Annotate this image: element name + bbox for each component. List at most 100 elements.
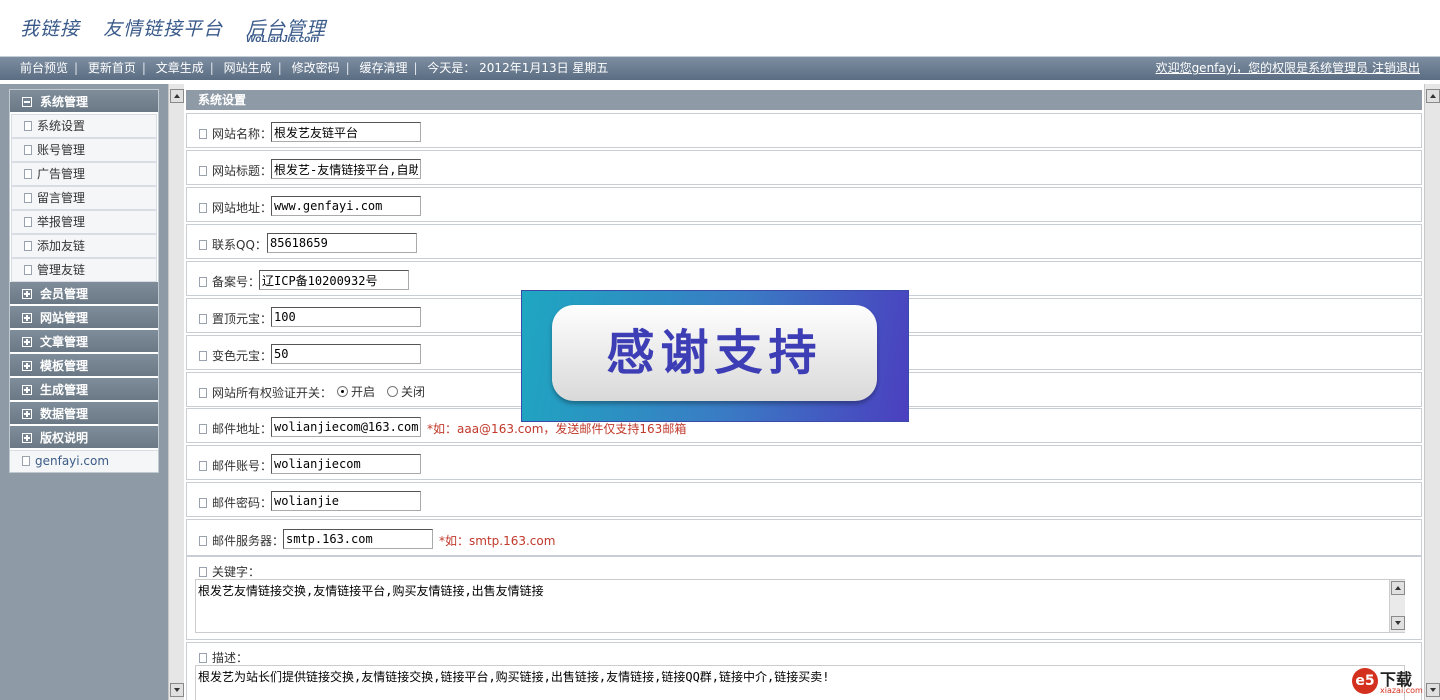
document-icon — [22, 456, 30, 466]
row-description: 描述： 根发艺为站长们提供链接交换,友情链接交换,链接平台,购买链接,出售链接,… — [186, 642, 1422, 700]
plus-icon — [22, 361, 32, 371]
sidebar-menu: 系统管理 系统设置 账号管理 广告管理 留言管理 举报管理 添加友链 管理友链 … — [9, 89, 159, 473]
welcome-logout-link[interactable]: 欢迎您genfayi，您的权限是系统管理员 注销退出 — [1156, 57, 1420, 80]
sidebar-item-account[interactable]: 账号管理 — [11, 138, 157, 162]
row-mail-user: 邮件账号： — [186, 445, 1422, 480]
document-icon — [199, 498, 207, 508]
plus-icon — [22, 409, 32, 419]
site-url-label: 网站地址： — [212, 201, 273, 215]
document-icon — [24, 121, 32, 131]
sidebar-item-manage-links[interactable]: 管理友链 — [11, 258, 157, 282]
document-icon — [199, 388, 207, 398]
mail-address-input[interactable] — [271, 417, 421, 437]
sidebar-group-system[interactable]: 系统管理 — [10, 90, 158, 114]
site-url-input[interactable] — [271, 196, 421, 216]
site-title-input[interactable] — [271, 159, 421, 179]
document-icon — [24, 193, 32, 203]
logo-part-2: 友情链接平台 — [103, 18, 224, 40]
nav-date: 今天是： 2012年1月13日 星期五 — [427, 61, 609, 75]
row-site-url: 网站地址： — [186, 187, 1422, 222]
nav-front-preview[interactable]: 前台预览 — [14, 61, 74, 75]
mail-server-input[interactable] — [283, 529, 433, 549]
document-icon — [24, 265, 32, 275]
mail-user-label: 邮件账号： — [212, 459, 273, 473]
row-qq: 联系QQ： — [186, 224, 1422, 259]
document-icon — [199, 166, 207, 176]
nav-update-home[interactable]: 更新首页 — [82, 61, 142, 75]
logo-part-1: 我链接 — [20, 18, 81, 40]
row-keywords: 关键字： 根发艺友情链接交换,友情链接平台,购买友情链接,出售友情链接 — [186, 556, 1422, 640]
scroll-down-icon[interactable] — [170, 683, 184, 697]
mail-password-input[interactable] — [271, 491, 421, 511]
minus-icon — [22, 97, 32, 107]
scroll-up-icon[interactable] — [1426, 89, 1440, 103]
icp-label: 备案号： — [212, 275, 261, 289]
header: 我链接 友情链接平台 后台管理 WoLianJie.com — [0, 0, 1440, 52]
mail-password-label: 邮件密码： — [212, 496, 273, 510]
verify-off-radio[interactable]: 关闭 — [387, 383, 425, 400]
qq-label: 联系QQ： — [212, 238, 267, 252]
mail-address-hint: *如：aaa@163.com，发送邮件仅支持163邮箱 — [427, 422, 687, 436]
top-coin-input[interactable] — [271, 307, 421, 327]
document-icon — [199, 567, 207, 577]
document-icon — [199, 314, 207, 324]
mail-server-hint: *如：smtp.163.com — [439, 534, 556, 548]
sidebar-item-system-settings[interactable]: 系统设置 — [11, 114, 157, 138]
mail-server-label: 邮件服务器： — [212, 534, 285, 548]
nav-site-gen[interactable]: 网站生成 — [218, 61, 278, 75]
plus-icon — [22, 337, 32, 347]
watermark-subtext: xiazai.com — [1380, 686, 1423, 695]
site-name-input[interactable] — [271, 122, 421, 142]
radio-unchecked-icon — [387, 386, 398, 397]
sidebar-item-reports[interactable]: 举报管理 — [11, 210, 157, 234]
sidebar-scrollbar[interactable] — [168, 84, 184, 700]
document-icon — [24, 145, 32, 155]
site-name-label: 网站名称： — [212, 127, 273, 141]
nav-change-password[interactable]: 修改密码 — [286, 61, 346, 75]
sidebar: 系统管理 系统设置 账号管理 广告管理 留言管理 举报管理 添加友链 管理友链 … — [0, 84, 168, 700]
radio-checked-icon — [337, 386, 348, 397]
description-textarea[interactable]: 根发艺为站长们提供链接交换,友情链接交换,链接平台,购买链接,出售链接,友情链接… — [195, 665, 1405, 700]
top-navbar: 前台预览 | 更新首页 | 文章生成 | 网站生成 | 修改密码 | 缓存清理 | 今天是：… — [0, 56, 1440, 80]
keywords-textarea[interactable]: 根发艺友情链接交换,友情链接平台,购买友情链接,出售友情链接 — [195, 579, 1405, 633]
logo-subtitle: WoLianJie.com — [246, 34, 320, 45]
mail-user-input[interactable] — [271, 454, 421, 474]
keywords-scrollbar[interactable] — [1389, 580, 1405, 632]
sidebar-footer-link[interactable]: genfayi.com — [10, 450, 158, 472]
document-icon — [24, 241, 32, 251]
document-icon — [24, 169, 32, 179]
row-site-name: 网站名称： — [186, 113, 1422, 148]
sidebar-group-members[interactable]: 会员管理 — [10, 282, 158, 306]
sidebar-group-templates[interactable]: 模板管理 — [10, 354, 158, 378]
sidebar-group-copyright[interactable]: 版权说明 — [10, 426, 158, 450]
color-coin-input[interactable] — [271, 344, 421, 364]
sidebar-group-generate[interactable]: 生成管理 — [10, 378, 158, 402]
sidebar-group-sites[interactable]: 网站管理 — [10, 306, 158, 330]
sidebar-item-messages[interactable]: 留言管理 — [11, 186, 157, 210]
mail-address-label: 邮件地址： — [212, 422, 273, 436]
download-site-watermark: e5 下载 xiazai.com — [1352, 664, 1430, 698]
document-icon — [199, 461, 207, 471]
scroll-up-icon[interactable] — [170, 89, 184, 103]
document-icon — [24, 217, 32, 227]
sidebar-item-add-link[interactable]: 添加友链 — [11, 234, 157, 258]
keywords-label: 关键字： — [212, 565, 261, 579]
scroll-down-icon[interactable] — [1391, 616, 1405, 630]
row-mail-server: 邮件服务器： *如：smtp.163.com — [186, 519, 1422, 556]
nav-article-gen[interactable]: 文章生成 — [150, 61, 210, 75]
nav-clear-cache[interactable]: 缓存清理 — [353, 61, 413, 75]
sidebar-group-articles[interactable]: 文章管理 — [10, 330, 158, 354]
qq-input[interactable] — [267, 233, 417, 253]
verify-on-radio[interactable]: 开启 — [337, 383, 375, 400]
color-coin-label: 变色元宝： — [212, 349, 273, 363]
icp-input[interactable] — [259, 270, 409, 290]
sidebar-item-ads[interactable]: 广告管理 — [11, 162, 157, 186]
plus-icon — [22, 313, 32, 323]
panel-title: 系统设置 — [186, 90, 1422, 110]
thanks-text: 感谢支持 — [552, 305, 877, 401]
main-scrollbar[interactable] — [1424, 84, 1440, 700]
watermark-logo-icon: e5 — [1352, 668, 1378, 694]
scroll-up-icon[interactable] — [1391, 581, 1405, 595]
sidebar-group-data[interactable]: 数据管理 — [10, 402, 158, 426]
top-coin-label: 置顶元宝： — [212, 312, 273, 326]
